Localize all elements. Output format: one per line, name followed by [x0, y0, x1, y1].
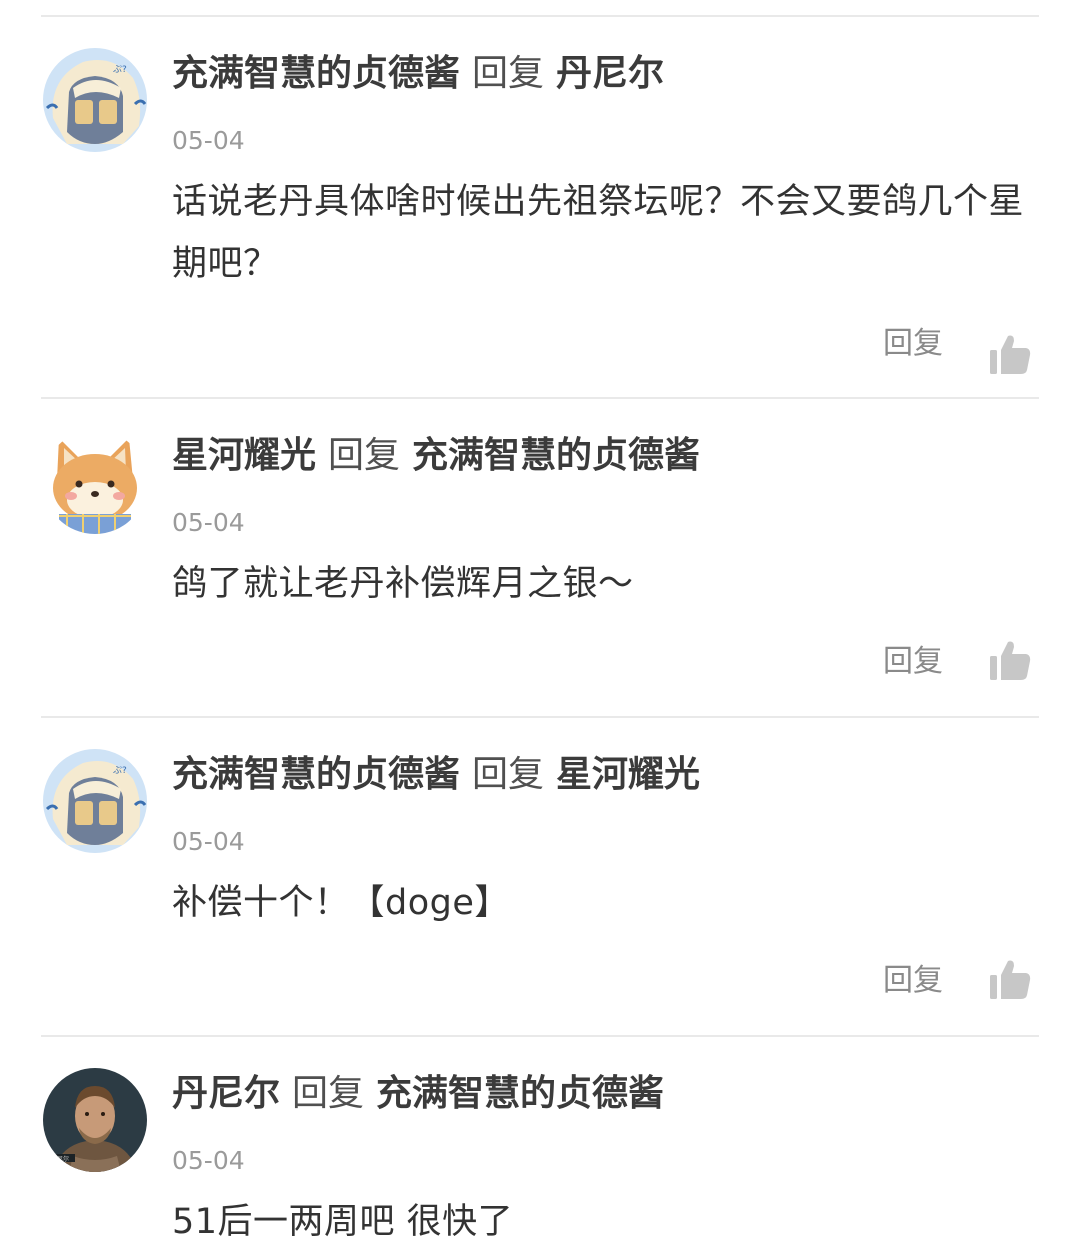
comment-header: 丹尼尔 回复 充满智慧的贞德酱 [172, 1069, 664, 1119]
shiba-dog-avatar-icon [43, 430, 147, 534]
comment-item: 丹尼尔 丹尼尔 回复 充满智慧的贞德酱 05-04 51后一两周吧 很快了 [0, 1036, 1080, 1244]
reply-button[interactable]: 回复 [883, 961, 943, 1001]
comment-header: 充满智慧的贞德酱 回复 丹尼尔 [172, 49, 664, 99]
like-button[interactable] [988, 957, 1036, 1005]
avatar[interactable]: ぷ? [43, 48, 147, 152]
comment-date: 05-04 [172, 508, 245, 537]
anime-girl-avatar-icon: ぷ? [43, 48, 147, 152]
svg-text:ぷ?: ぷ? [113, 64, 127, 75]
comment-text: 话说老丹具体啥时候出先祖祭坛呢？不会又要鸽几个星期吧？ [172, 182, 1025, 284]
like-button[interactable] [988, 332, 1036, 380]
thumbs-up-icon [990, 960, 1031, 999]
reply-target-name[interactable]: 充满智慧的贞德酱 [412, 435, 700, 476]
reply-target-name[interactable]: 星河耀光 [556, 754, 700, 795]
like-button[interactable] [988, 638, 1036, 686]
reply-verb: 回复 [472, 754, 545, 795]
reply-target-name[interactable]: 丹尼尔 [556, 53, 664, 94]
comment-header: 星河耀光 回复 充满智慧的贞德酱 [172, 431, 700, 481]
comment-item: ぷ? 充满智慧的贞德酱 回复 丹尼尔 05-04 话说老丹具体啥时候出先祖祭坛呢？不… [0, 16, 1080, 374]
reply-verb: 回复 [472, 53, 545, 94]
comment-date: 05-04 [172, 827, 245, 856]
avatar[interactable] [43, 430, 147, 534]
thumbs-up-icon [990, 641, 1031, 680]
comment-item: ぷ? 充满智慧的贞德酱 回复 星河耀光 05-04 补偿十个！【doge】 回复 [0, 717, 1080, 1035]
bearded-man-avatar-icon: 丹尼尔 [43, 1068, 147, 1172]
reply-button[interactable]: 回复 [883, 324, 943, 364]
comment-date: 05-04 [172, 1146, 245, 1175]
svg-text:丹尼尔: 丹尼尔 [51, 1155, 69, 1163]
reply-verb: 回复 [292, 1073, 365, 1114]
comment-text: 鸽了就让老丹补偿辉月之银～ [172, 564, 634, 604]
author-name[interactable]: 充满智慧的贞德酱 [172, 754, 460, 795]
comment-date: 05-04 [172, 126, 245, 155]
anime-girl-avatar-icon: ぷ? [43, 749, 147, 853]
author-name[interactable]: 充满智慧的贞德酱 [172, 53, 460, 94]
comment-header: 充满智慧的贞德酱 回复 星河耀光 [172, 750, 700, 800]
comment-item: 星河耀光 回复 充满智慧的贞德酱 05-04 鸽了就让老丹补偿辉月之银～ 回复 [0, 398, 1080, 716]
author-name[interactable]: 星河耀光 [172, 435, 316, 476]
svg-text:ぷ?: ぷ? [113, 765, 127, 776]
reply-button[interactable]: 回复 [883, 642, 943, 682]
reply-target-name[interactable]: 充满智慧的贞德酱 [376, 1073, 664, 1114]
author-name[interactable]: 丹尼尔 [172, 1073, 280, 1114]
reply-verb: 回复 [328, 435, 401, 476]
avatar[interactable]: ぷ? [43, 749, 147, 853]
thumbs-up-icon [990, 335, 1031, 374]
comment-text: 补偿十个！【doge】 [172, 883, 510, 923]
avatar[interactable]: 丹尼尔 [43, 1068, 147, 1172]
